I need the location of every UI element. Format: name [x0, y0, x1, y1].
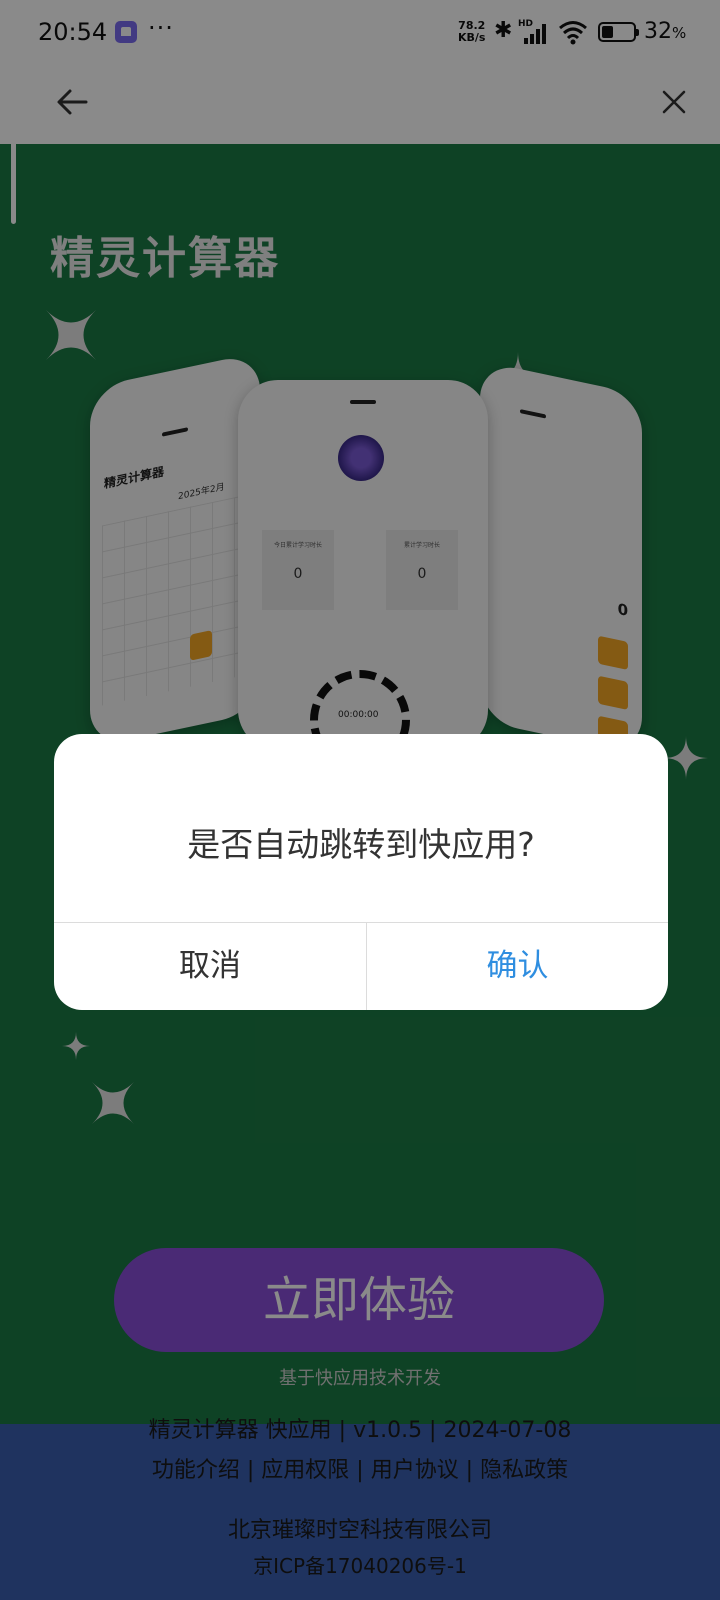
- quick-app-redirect-dialog: 是否自动跳转到快应用? 取消 确认: [54, 734, 668, 1010]
- cancel-button[interactable]: 取消: [54, 923, 366, 1010]
- confirm-button[interactable]: 确认: [367, 923, 668, 1010]
- dialog-message: 是否自动跳转到快应用?: [187, 825, 535, 864]
